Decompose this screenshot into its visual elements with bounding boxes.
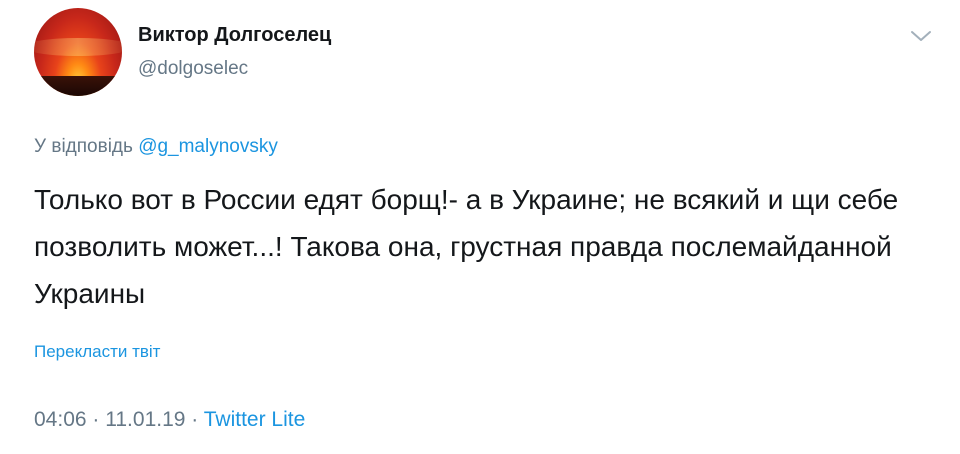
avatar-horizon (34, 76, 122, 96)
tweet-source-link[interactable]: Twitter Lite (204, 408, 306, 431)
author-handle[interactable]: @dolgoselec (138, 58, 248, 80)
tweet-card: Виктор Долгоселец @dolgoselec У відповід… (0, 0, 960, 454)
meta-separator: · (92, 408, 100, 431)
tweet-time[interactable]: 04:06 (34, 408, 87, 431)
tweet-date[interactable]: 11.01.19 (105, 408, 185, 431)
reply-context: У відповідь @g_malynovsky (34, 136, 278, 158)
author-display-name[interactable]: Виктор Долгоселец (138, 24, 331, 47)
avatar[interactable] (34, 8, 122, 96)
meta-separator: · (191, 408, 199, 431)
reply-prefix: У відповідь (34, 136, 133, 157)
tweet-text: Только вот в России едят борщ!- а в Укра… (34, 184, 899, 309)
reply-mention-link[interactable]: @g_malynovsky (138, 136, 278, 157)
chevron-down-icon[interactable] (908, 26, 934, 46)
avatar-cloud (34, 38, 122, 56)
tweet-meta: 04:06 · 11.01.19 · Twitter Lite (34, 408, 305, 432)
translate-tweet-link[interactable]: Перекласти твіт (34, 342, 160, 362)
